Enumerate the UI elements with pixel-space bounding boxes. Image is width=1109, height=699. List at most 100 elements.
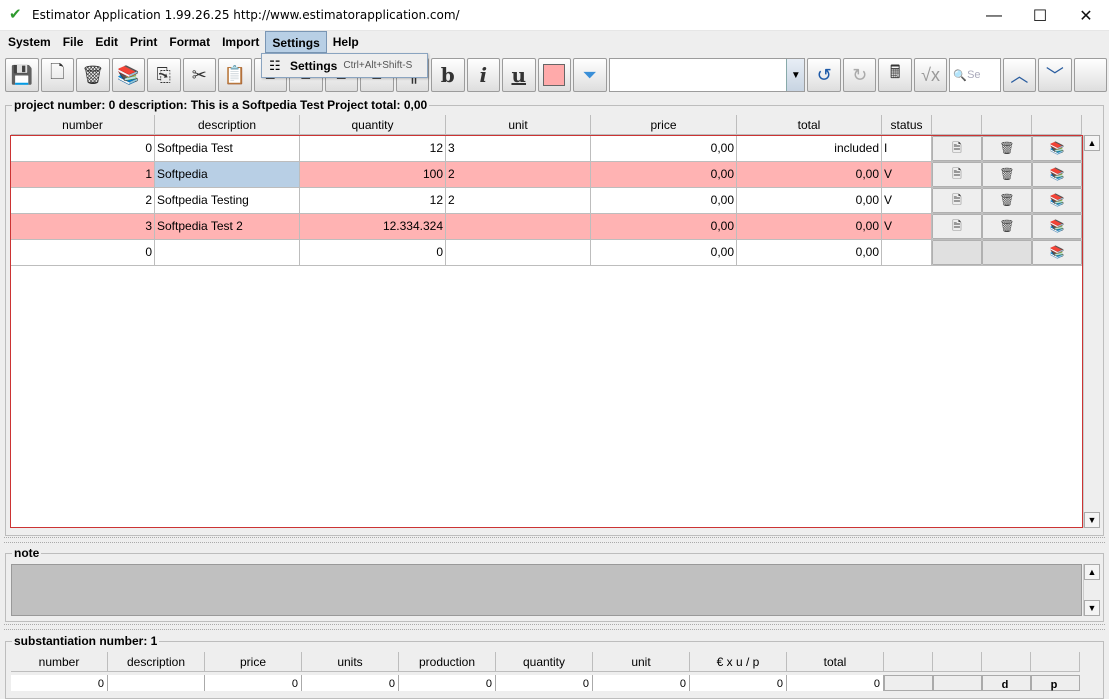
sub-column-header[interactable]: unit (593, 652, 690, 672)
save-button[interactable]: 💾 (5, 58, 39, 92)
move-up-button[interactable]: ︿ (1002, 58, 1037, 92)
cell-total[interactable]: included (737, 136, 882, 161)
cell-description[interactable]: Softpedia Test (155, 136, 300, 161)
cell-number[interactable]: 1 (11, 162, 155, 187)
edit-row-button[interactable] (932, 240, 982, 265)
menu-system[interactable]: System (2, 31, 57, 53)
cell-price[interactable]: 0,00 (591, 188, 737, 213)
sub-column-header[interactable]: quantity (496, 652, 593, 672)
underline-button[interactable]: u (502, 58, 536, 92)
minimize-button[interactable]: — (971, 0, 1017, 31)
table-row[interactable]: 1 Softpedia 100 2 0,00 0,00 V 🗎 🗑 📚 (11, 162, 1082, 188)
sub-column-header[interactable]: number (11, 652, 108, 672)
cell-description[interactable]: Softpedia Test 2 (155, 214, 300, 239)
menu-print[interactable]: Print (124, 31, 163, 53)
menu-settings[interactable]: Settings (265, 31, 327, 53)
sub-column-header[interactable]: € x u / p (690, 652, 787, 672)
sub-cell[interactable] (108, 675, 205, 691)
edit-row-button[interactable]: 🗎 (932, 188, 982, 213)
cell-quantity[interactable]: 0 (300, 240, 446, 265)
substantiation-button[interactable]: 📚 (1032, 188, 1082, 213)
cell-price[interactable]: 0,00 (591, 136, 737, 161)
delete-row-button[interactable]: 🗑 (982, 214, 1032, 239)
table-row[interactable]: 2 Softpedia Testing 12 2 0,00 0,00 V 🗎 🗑 📚 (11, 188, 1082, 214)
project-scrollbar[interactable]: ▲ ▼ (1083, 135, 1100, 528)
note-textarea[interactable] (11, 564, 1082, 616)
cell-unit[interactable]: 3 (446, 136, 591, 161)
sub-cell[interactable]: 0 (205, 675, 302, 691)
column-header-description[interactable]: description (155, 115, 300, 135)
cell-price[interactable]: 0,00 (591, 214, 737, 239)
column-header-total[interactable]: total (737, 115, 882, 135)
sub-action-button[interactable] (933, 675, 982, 691)
cell-status[interactable]: V (882, 214, 932, 239)
scroll-up-icon[interactable]: ▲ (1084, 564, 1100, 580)
cell-quantity[interactable]: 12.334.324 (300, 214, 446, 239)
sub-column-header[interactable]: production (399, 652, 496, 672)
cell-total[interactable]: 0,00 (737, 188, 882, 213)
note-scrollbar[interactable]: ▲ ▼ (1083, 564, 1100, 616)
cell-description[interactable] (155, 240, 300, 265)
new-button[interactable]: 🗋 (40, 58, 74, 92)
sub-cell[interactable]: 0 (690, 675, 787, 691)
move-down-button[interactable]: ﹀ (1038, 58, 1072, 92)
italic-button[interactable]: i (466, 58, 500, 92)
menu-format[interactable]: Format (163, 31, 216, 53)
cell-price[interactable]: 0,00 (591, 162, 737, 187)
color-button[interactable] (537, 58, 571, 92)
edit-row-button[interactable]: 🗎 (932, 136, 982, 161)
sub-cell[interactable]: 0 (787, 675, 884, 691)
cut-button[interactable]: ✂ (182, 58, 216, 92)
maximize-button[interactable]: ☐ (1017, 0, 1063, 31)
splitter[interactable] (4, 537, 1105, 543)
cell-status[interactable] (882, 240, 932, 265)
scroll-down-icon[interactable]: ▼ (1084, 600, 1100, 616)
substantiation-button[interactable]: 📚 (1032, 214, 1082, 239)
substantiation-button[interactable]: 📚 (1032, 162, 1082, 187)
sub-cell[interactable]: 0 (11, 675, 108, 691)
bold-button[interactable]: b (431, 58, 465, 92)
table-row[interactable]: 0 Softpedia Test 12 3 0,00 included I 🗎 🗑 📚 (11, 136, 1082, 162)
delete-row-button[interactable]: 🗑 (982, 188, 1032, 213)
substantiation-button[interactable]: 📚 (1032, 240, 1082, 265)
scroll-up-icon[interactable]: ▲ (1084, 135, 1100, 151)
delete-row-button[interactable]: 🗑 (982, 162, 1032, 187)
sub-d-button[interactable]: d (982, 675, 1031, 691)
close-button[interactable]: ✕ (1063, 0, 1109, 31)
search-field[interactable]: 🔍 Se (949, 58, 1001, 92)
cell-description[interactable]: Softpedia (155, 162, 300, 187)
undo-button[interactable]: ↺ (807, 58, 841, 92)
column-header-number[interactable]: number (11, 115, 155, 135)
sub-p-button[interactable]: p (1031, 675, 1080, 691)
sub-column-header[interactable]: description (108, 652, 205, 672)
cell-status[interactable]: I (882, 136, 932, 161)
cell-quantity[interactable]: 12 (300, 136, 446, 161)
sub-action-button[interactable] (884, 675, 933, 691)
cell-number[interactable]: 3 (11, 214, 155, 239)
menu-help[interactable]: Help (327, 31, 365, 53)
cell-price[interactable]: 0,00 (591, 240, 737, 265)
filter-button[interactable]: ⏷ (573, 58, 607, 92)
scroll-down-icon[interactable]: ▼ (1084, 512, 1100, 528)
column-header-quantity[interactable]: quantity (300, 115, 446, 135)
cell-status[interactable]: V (882, 162, 932, 187)
cell-quantity[interactable]: 100 (300, 162, 446, 187)
cell-unit[interactable] (446, 214, 591, 239)
menu-edit[interactable]: Edit (89, 31, 124, 53)
toolbar-combo[interactable]: ▼ (608, 58, 806, 92)
sub-column-header[interactable]: units (302, 652, 399, 672)
menu-file[interactable]: File (57, 31, 90, 53)
sub-cell[interactable]: 0 (399, 675, 496, 691)
settings-menu-item[interactable]: Settings (290, 59, 337, 73)
sub-column-header[interactable]: total (787, 652, 884, 672)
menu-import[interactable]: Import (216, 31, 265, 53)
table-row[interactable]: 0 0 0,00 0,00 📚 (11, 240, 1082, 266)
sub-cell[interactable]: 0 (496, 675, 593, 691)
sub-cell[interactable]: 0 (302, 675, 399, 691)
cell-number[interactable]: 0 (11, 240, 155, 265)
sub-cell[interactable]: 0 (593, 675, 690, 691)
cell-description[interactable]: Softpedia Testing (155, 188, 300, 213)
redo-button[interactable]: ↻ (842, 58, 877, 92)
paste-button[interactable]: 📋 (218, 58, 252, 92)
copy-button[interactable]: ⎘ (147, 58, 181, 92)
